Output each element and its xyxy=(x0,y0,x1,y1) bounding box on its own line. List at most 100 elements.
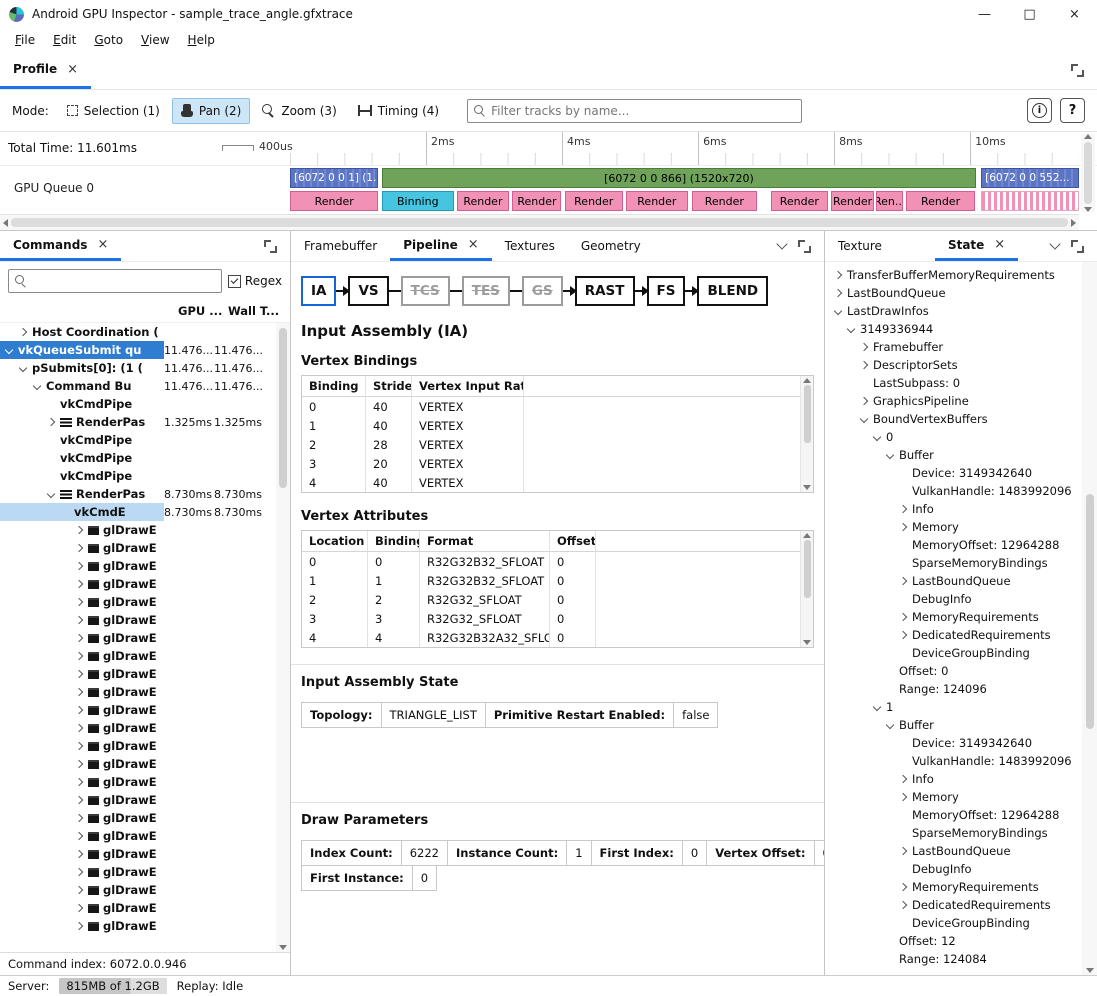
command-row[interactable]: glDrawE xyxy=(0,719,276,737)
tab-close-icon[interactable]: × xyxy=(97,237,108,252)
stage-rast-button[interactable]: RAST xyxy=(575,276,635,306)
stage-fs-button[interactable]: FS xyxy=(647,276,686,306)
menu-item-goto[interactable]: Goto xyxy=(85,30,132,50)
render-span[interactable]: Render xyxy=(692,191,757,211)
timeline-vscrollbar[interactable] xyxy=(1081,134,1095,212)
tree-chevron-icon[interactable] xyxy=(75,814,83,822)
table-row[interactable]: 320VERTEX xyxy=(302,454,813,473)
state-tree-row[interactable]: DedicatedRequirements xyxy=(825,626,1082,644)
binning-span[interactable]: Binning xyxy=(382,191,455,211)
scroll-down-icon[interactable] xyxy=(1084,207,1092,212)
command-row[interactable]: RenderPas1.325ms1.325ms xyxy=(0,413,276,431)
command-row[interactable]: glDrawE xyxy=(0,665,276,683)
state-tree-row[interactable]: Memory xyxy=(825,788,1082,806)
state-tree-row[interactable]: 1 xyxy=(825,698,1082,716)
state-tree-row[interactable]: Memory xyxy=(825,518,1082,536)
tree-chevron-icon[interactable] xyxy=(75,706,83,714)
command-row[interactable]: glDrawE xyxy=(0,899,276,917)
renderpass-span[interactable]: [6072 0 0 866] (1520x720) xyxy=(382,168,977,188)
tree-chevron-icon[interactable] xyxy=(899,505,907,513)
command-row[interactable]: glDrawE xyxy=(0,521,276,539)
tree-chevron-icon[interactable] xyxy=(873,433,881,441)
render-span[interactable]: Render xyxy=(626,191,688,211)
render-span[interactable]: Ren... xyxy=(876,191,903,211)
state-tree-row[interactable]: VulkanHandle: 1483992096 xyxy=(825,752,1082,770)
maximize-button[interactable]: □ xyxy=(1007,0,1052,28)
state-tree-row[interactable]: DeviceGroupBinding xyxy=(825,914,1082,932)
close-button[interactable]: × xyxy=(1052,0,1097,28)
command-row[interactable]: glDrawE xyxy=(0,881,276,899)
tree-chevron-icon[interactable] xyxy=(75,562,83,570)
tree-chevron-icon[interactable] xyxy=(834,289,842,297)
tree-chevron-icon[interactable] xyxy=(75,652,83,660)
command-row[interactable]: glDrawE xyxy=(0,737,276,755)
tree-chevron-icon[interactable] xyxy=(75,886,83,894)
tree-chevron-icon[interactable] xyxy=(899,901,907,909)
command-row[interactable]: glDrawE xyxy=(0,575,276,593)
state-scrollbar[interactable] xyxy=(1082,262,1097,975)
tab-textures[interactable]: Textures xyxy=(492,231,568,261)
table-row[interactable]: 228VERTEX xyxy=(302,435,813,454)
command-row[interactable]: vkCmdPipe xyxy=(0,467,276,485)
command-row[interactable]: vkCmdE8.730ms8.730ms xyxy=(0,503,276,521)
command-row[interactable]: vkCmdPipe xyxy=(0,431,276,449)
ruler-ticks[interactable]: 2ms4ms6ms8ms10ms xyxy=(290,132,1079,165)
tab-profile[interactable]: Profile × xyxy=(0,52,91,89)
table-scrollbar[interactable] xyxy=(800,376,813,492)
wall-time-column-header[interactable]: Wall T... xyxy=(228,304,290,318)
state-tree-row[interactable]: MemoryOffset: 12964288 xyxy=(825,806,1082,824)
table-row[interactable]: 040VERTEX xyxy=(302,397,813,416)
timeline-hscrollbar[interactable] xyxy=(0,214,1079,230)
tree-chevron-icon[interactable] xyxy=(75,850,83,858)
vk-submit-span[interactable]: [6072 0 0 1] (1... xyxy=(290,168,378,188)
fullscreen-icon[interactable] xyxy=(1071,240,1084,253)
tab-geometry[interactable]: Geometry xyxy=(568,231,654,261)
tree-chevron-icon[interactable] xyxy=(873,703,881,711)
tree-chevron-icon[interactable] xyxy=(75,922,83,930)
menu-item-file[interactable]: File xyxy=(6,30,44,50)
scroll-right-icon[interactable] xyxy=(1071,219,1076,227)
info-button[interactable]: i xyxy=(1027,98,1052,123)
filter-box[interactable] xyxy=(467,99,802,123)
command-row[interactable]: glDrawE xyxy=(0,593,276,611)
state-tree-row[interactable]: Offset: 12 xyxy=(825,932,1082,950)
tree-chevron-icon[interactable] xyxy=(75,634,83,642)
tree-chevron-icon[interactable] xyxy=(834,271,842,279)
tab-texture[interactable]: Texture xyxy=(825,231,895,261)
state-tree-row[interactable]: Info xyxy=(825,770,1082,788)
tab-pipeline[interactable]: Pipeline× xyxy=(390,231,491,261)
command-row[interactable]: glDrawE xyxy=(0,917,276,935)
scroll-down-icon[interactable] xyxy=(1086,968,1094,973)
stage-ia-button[interactable]: IA xyxy=(301,276,336,306)
command-row[interactable]: glDrawE xyxy=(0,791,276,809)
scroll-thumb[interactable] xyxy=(804,540,811,598)
tab-close-icon[interactable]: × xyxy=(67,62,78,77)
render-span[interactable]: Render xyxy=(290,191,378,211)
state-tree-row[interactable]: LastBoundQueue xyxy=(825,842,1082,860)
command-row[interactable]: glDrawE xyxy=(0,683,276,701)
tree-chevron-icon[interactable] xyxy=(75,598,83,606)
state-tree-row[interactable]: 3149336944 xyxy=(825,320,1082,338)
gpu-time-column-header[interactable]: GPU ... xyxy=(178,304,228,318)
state-tree-row[interactable]: DebugInfo xyxy=(825,860,1082,878)
minimize-button[interactable]: — xyxy=(962,0,1007,28)
tree-chevron-icon[interactable] xyxy=(75,616,83,624)
state-tree-row[interactable]: LastDrawInfos xyxy=(825,302,1082,320)
tab-commands[interactable]: Commands × xyxy=(0,231,121,261)
command-row[interactable]: glDrawE xyxy=(0,809,276,827)
tree-chevron-icon[interactable] xyxy=(899,577,907,585)
state-tree-row[interactable]: Framebuffer xyxy=(825,338,1082,356)
tree-chevron-icon[interactable] xyxy=(19,364,27,372)
state-tree-row[interactable]: VulkanHandle: 1483992096 xyxy=(825,482,1082,500)
selection-mode-button[interactable]: Selection (1) xyxy=(58,98,169,124)
state-tree-row[interactable]: DescriptorSets xyxy=(825,356,1082,374)
commands-search-input[interactable] xyxy=(31,274,215,288)
regex-toggle[interactable]: Regex xyxy=(228,274,282,288)
state-tree-row[interactable]: SparseMemoryBindings xyxy=(825,554,1082,572)
command-row[interactable]: glDrawE xyxy=(0,863,276,881)
tree-chevron-icon[interactable] xyxy=(75,904,83,912)
tree-chevron-icon[interactable] xyxy=(75,796,83,804)
command-row[interactable]: Command Bu11.476...11.476... xyxy=(0,377,276,395)
chevron-down-icon[interactable] xyxy=(776,238,787,249)
menu-item-help[interactable]: Help xyxy=(179,30,224,50)
